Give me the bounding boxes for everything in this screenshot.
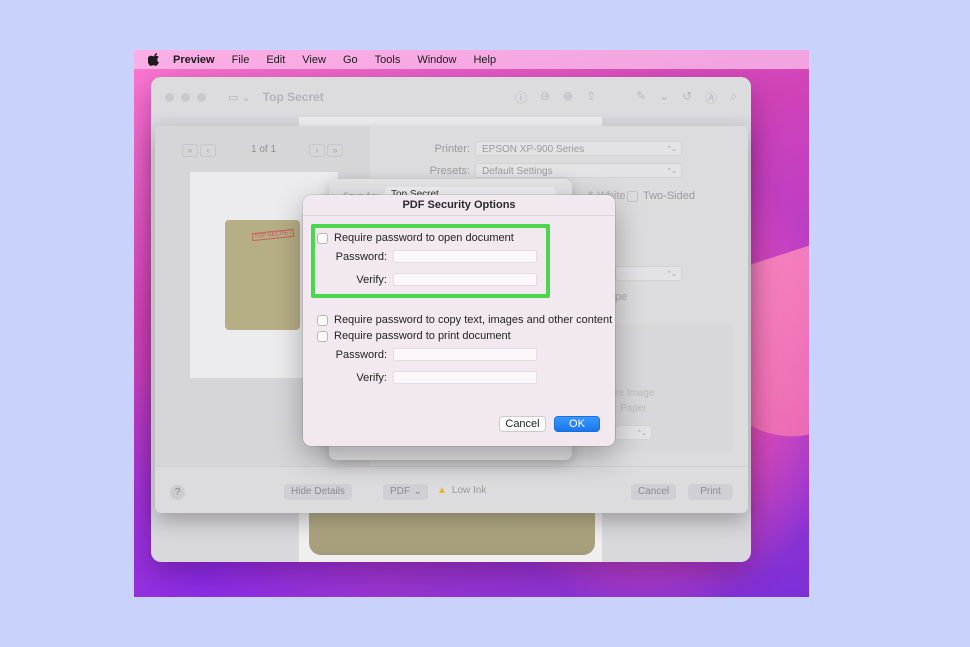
chevron-down-icon: ⌄ [413, 486, 422, 497]
top-secret-stamp: TOP SECRET [251, 228, 295, 242]
option-select[interactable] [615, 425, 652, 441]
toolbar: ⓘ ⊖ ⊕ ⇪ ✎ ⌄ ↺ Ⓐ ⌕ [515, 89, 737, 106]
close-window-button[interactable] [165, 92, 174, 102]
open-password-option[interactable]: Require password to open document [317, 232, 514, 244]
minimize-window-button[interactable] [181, 92, 190, 102]
first-prev-page-buttons[interactable]: « ‹ [182, 144, 216, 157]
warning-icon: ▲ [437, 485, 447, 496]
help-button[interactable]: ? [170, 485, 185, 500]
window-title: Top Secret [262, 90, 324, 104]
next-page-icon[interactable]: › [309, 144, 325, 157]
hidden-select[interactable] [615, 266, 682, 282]
next-last-page-buttons[interactable]: › » [309, 144, 343, 157]
orientation-label: pe [615, 291, 628, 303]
ok-button[interactable]: OK [554, 416, 600, 432]
menu-tools[interactable]: Tools [375, 54, 401, 66]
presets-select[interactable]: Default Settings [475, 163, 682, 179]
chevron-down-icon[interactable]: ⌄ [659, 89, 669, 106]
printer-select[interactable]: EPSON XP-900 Series [475, 141, 682, 157]
pdf-menu-label: PDF [390, 486, 410, 497]
open-verify-field[interactable] [393, 273, 537, 286]
window-titlebar: ▭ ⌄ Top Secret ⓘ ⊖ ⊕ ⇪ ✎ ⌄ ↺ Ⓐ ⌕ [151, 77, 751, 117]
open-password-checkbox[interactable] [317, 232, 328, 244]
menu-edit[interactable]: Edit [266, 54, 285, 66]
copy-password-label: Require password to copy text, images an… [334, 314, 613, 326]
traffic-lights [165, 92, 206, 102]
folder-thumbnail-image: TOP SECRET [225, 220, 300, 330]
page-indicator: 1 of 1 [251, 144, 277, 155]
menu-bar: Preview File Edit View Go Tools Window H… [134, 50, 809, 69]
copy-password-checkbox[interactable] [317, 314, 328, 326]
open-verify-field-label: Verify: [356, 274, 387, 286]
menu-window[interactable]: Window [417, 54, 456, 66]
print-password-checkbox[interactable] [317, 330, 328, 342]
low-ink-label: Low Ink [451, 485, 487, 496]
sidebar-toggle-icon[interactable]: ▭ ⌄ [228, 91, 251, 104]
permissions-verify-field[interactable] [393, 371, 537, 384]
print-sheet-footer: ? Hide Details PDF ⌄ ▲ Low Ink Cancel Pr… [155, 466, 748, 513]
rotate-icon[interactable]: ↺ [682, 89, 692, 106]
zoom-out-icon[interactable]: ⊖ [540, 89, 550, 106]
presets-label: Presets: [429, 165, 470, 177]
print-password-label: Require password to print document [334, 330, 511, 342]
share-icon[interactable]: ⇪ [586, 89, 596, 106]
apple-icon[interactable] [148, 53, 160, 66]
zoom-window-button[interactable] [197, 92, 206, 102]
fill-paper-label: Paper [620, 403, 647, 414]
open-password-label: Require password to open document [334, 232, 514, 244]
dialog-title: PDF Security Options [303, 195, 615, 216]
menu-view[interactable]: View [302, 54, 326, 66]
pdf-security-dialog: PDF Security Options Require password to… [303, 195, 615, 446]
hide-details-button[interactable]: Hide Details [284, 484, 352, 500]
search-icon[interactable]: ⌕ [730, 89, 737, 106]
menu-help[interactable]: Help [473, 54, 496, 66]
permissions-password-field[interactable] [393, 348, 537, 361]
cancel-button[interactable]: Cancel [499, 416, 546, 432]
document-folder-image [309, 507, 595, 555]
info-icon[interactable]: ⓘ [515, 89, 527, 106]
menu-go[interactable]: Go [343, 54, 358, 66]
two-sided-option[interactable]: Two-Sided [627, 190, 695, 202]
zoom-in-icon[interactable]: ⊕ [563, 89, 573, 106]
prev-page-icon[interactable]: ‹ [200, 144, 216, 157]
markup-icon[interactable]: ✎ [636, 89, 646, 106]
last-page-icon[interactable]: » [327, 144, 343, 157]
copy-password-option[interactable]: Require password to copy text, images an… [317, 314, 612, 326]
pdf-menu-button[interactable]: PDF ⌄ [383, 484, 428, 500]
print-cancel-button[interactable]: Cancel [631, 484, 677, 500]
low-ink-warning: ▲ Low Ink [437, 485, 486, 496]
first-page-icon[interactable]: « [182, 144, 198, 157]
annotate-icon[interactable]: Ⓐ [705, 89, 717, 106]
menu-preview[interactable]: Preview [173, 54, 215, 66]
two-sided-label: Two-Sided [643, 190, 695, 202]
print-password-option[interactable]: Require password to print document [317, 330, 511, 342]
permissions-verify-field-label: Verify: [356, 372, 387, 384]
print-button[interactable]: Print [688, 484, 733, 500]
scale-image-label: re Image [615, 388, 655, 399]
printer-label: Printer: [434, 143, 470, 155]
open-password-field[interactable] [393, 250, 537, 263]
permissions-password-field-label: Password: [335, 349, 387, 361]
two-sided-checkbox[interactable] [627, 190, 638, 202]
open-password-field-label: Password: [335, 251, 387, 263]
menu-file[interactable]: File [232, 54, 250, 66]
